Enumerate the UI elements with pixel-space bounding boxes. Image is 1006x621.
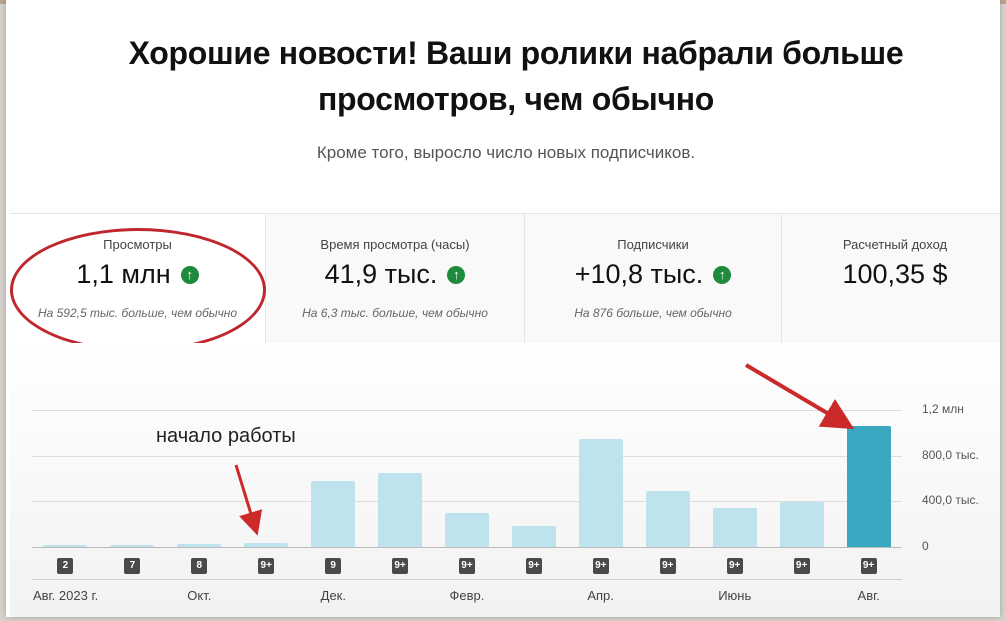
peak-arrow xyxy=(744,363,855,430)
stat-label: Подписчики xyxy=(617,237,689,252)
stat-value: 100,35 $ xyxy=(782,259,1000,290)
stat-value-text: 41,9 тыс. xyxy=(324,259,438,289)
stat-value: +10,8 тыс. ↑ xyxy=(525,259,781,290)
arrow-up-icon: ↑ xyxy=(713,265,732,284)
annotation-arrows xyxy=(234,363,855,536)
views-chart: 0 400,0 тыс. 800,0 тыс. 1,2 млн 2 Авг. 2023 г… xyxy=(10,343,1000,617)
page-title: Хорошие новости! Ваши ролики набрали бол… xyxy=(126,30,906,122)
report-card: Хорошие новости! Ваши ролики набрали бол… xyxy=(6,0,1000,617)
arrow-up-icon: ↑ xyxy=(447,265,466,284)
stat-watch-time[interactable]: Время просмотра (часы) 41,9 тыс. ↑ На 6,… xyxy=(266,214,525,344)
stat-value-text: +10,8 тыс. xyxy=(574,259,704,289)
page-title-line-2: просмотров, чем обычно xyxy=(317,81,715,117)
stat-subscribers[interactable]: Подписчики +10,8 тыс. ↑ На 876 больше, ч… xyxy=(525,214,782,344)
stat-note: На 6,3 тыс. больше, чем обычно xyxy=(302,306,488,320)
views-highlight-circle xyxy=(10,228,266,352)
stat-note: На 876 больше, чем обычно xyxy=(574,306,732,320)
stat-revenue[interactable]: Расчетный доход 100,35 $ xyxy=(782,214,1000,344)
start-arrow xyxy=(234,464,263,536)
stat-value-text: 100,35 $ xyxy=(842,259,948,289)
page-title-line-1: Хорошие новости! Ваши ролики набрали бол… xyxy=(128,35,904,71)
stat-value: 41,9 тыс. ↑ xyxy=(266,259,524,290)
page-subtitle: Кроме того, выросло число новых подписчи… xyxy=(316,143,696,162)
stat-label: Время просмотра (часы) xyxy=(320,237,470,252)
stat-label: Расчетный доход xyxy=(842,237,948,252)
